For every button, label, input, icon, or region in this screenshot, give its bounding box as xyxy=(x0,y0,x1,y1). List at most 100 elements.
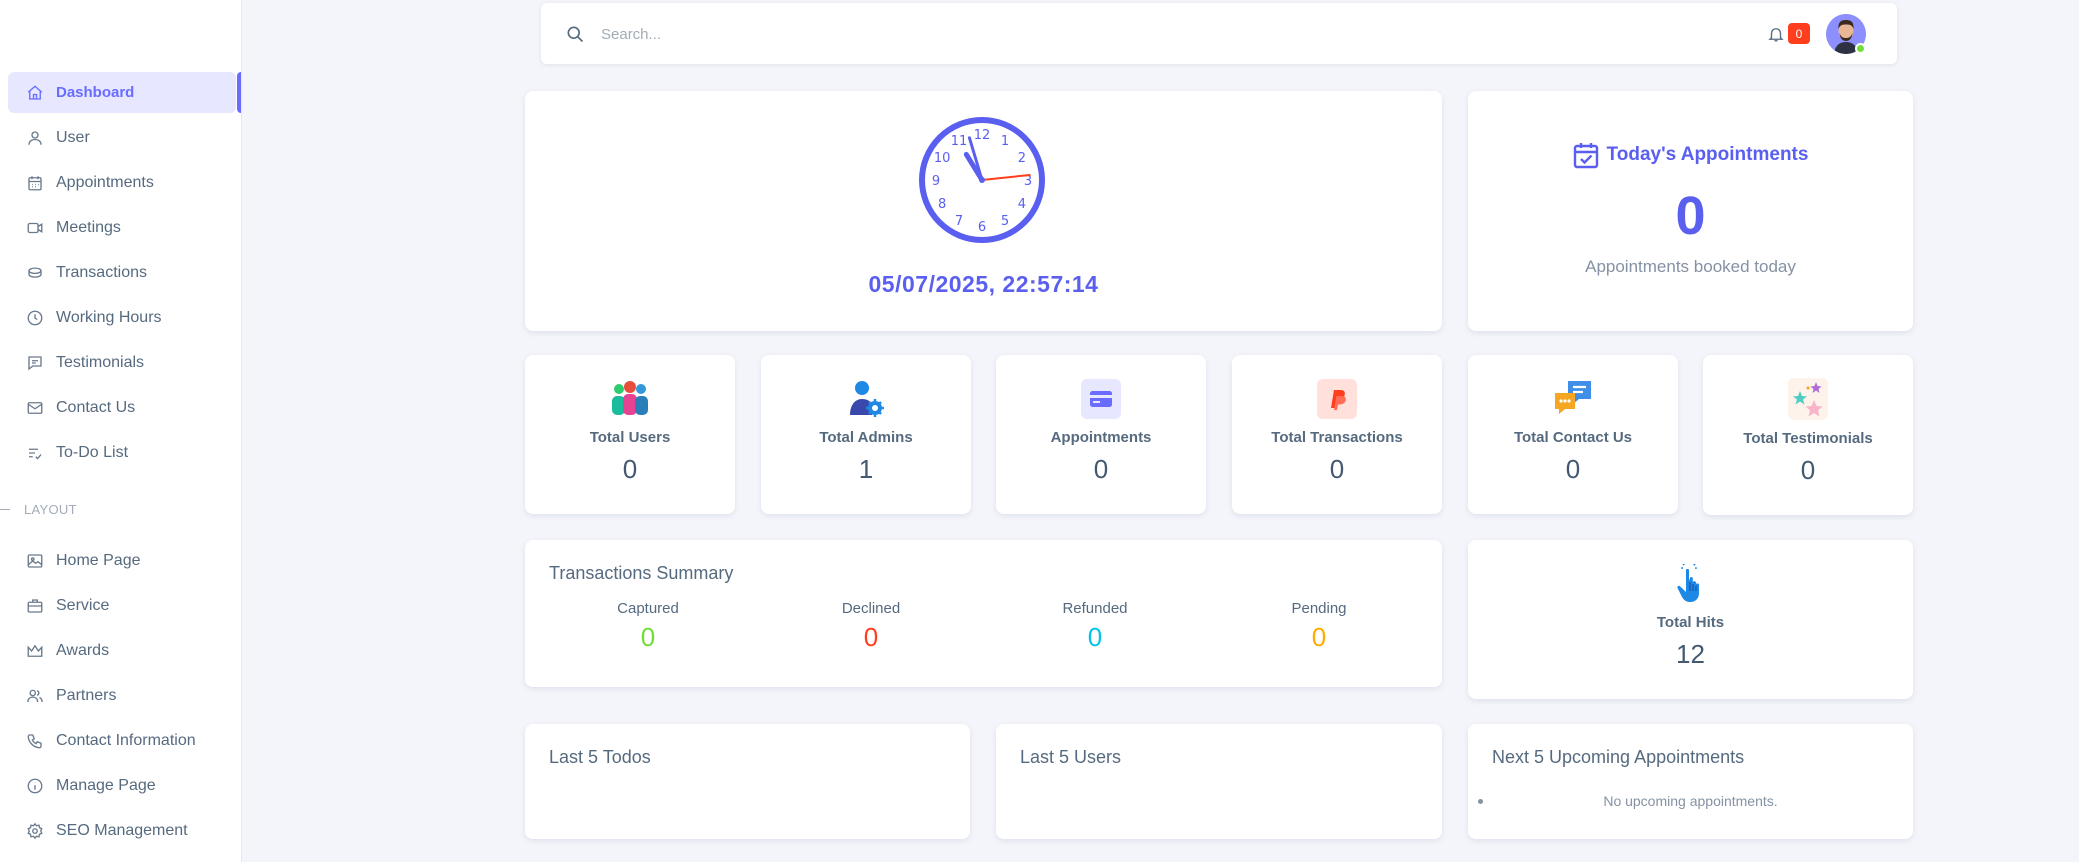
clock-number: 7 xyxy=(955,214,963,229)
clock-datetime: 05/07/2025, 22:57:14 xyxy=(868,271,1099,297)
sidebar-item-contact-us[interactable]: Contact Us xyxy=(8,387,236,428)
stat-label: Total Users xyxy=(589,429,671,446)
stars-icon xyxy=(1786,378,1830,420)
stat-label: Total Admins xyxy=(819,429,913,446)
sidebar-item-todo-list[interactable]: To-Do List xyxy=(8,432,236,473)
sidebar-item-label: Testimonials xyxy=(56,353,145,371)
tx-label: Captured xyxy=(617,600,679,617)
analog-clock: 12 1234567891011 xyxy=(919,117,1045,243)
sidebar-item-label: Meetings xyxy=(56,218,121,236)
transactions-summary-title: Transactions Summary xyxy=(549,563,734,583)
stat-value: 0 xyxy=(1329,454,1345,484)
paypal-icon xyxy=(1315,379,1359,419)
clock-center xyxy=(979,177,985,183)
sidebar-item-label: User xyxy=(56,128,90,146)
crown-icon xyxy=(27,644,43,657)
sidebar-item-working-hours[interactable]: Working Hours xyxy=(8,297,236,338)
clock-number: 1 xyxy=(1001,134,1009,149)
credit-card-icon xyxy=(1079,379,1123,419)
tx-value: 0 xyxy=(640,622,656,652)
notification-badge: 0 xyxy=(1788,23,1810,44)
sidebar-item-manage-page[interactable]: Manage Page xyxy=(8,765,236,806)
sidebar-item-testimonials[interactable]: Testimonials xyxy=(8,342,236,383)
stat-label: Total Testimonials xyxy=(1743,430,1873,447)
users-group-icon xyxy=(608,379,652,419)
pointer-hand-icon xyxy=(1677,564,1699,602)
sidebar-item-dashboard[interactable]: Dashboard xyxy=(8,72,236,113)
clock-number: 6 xyxy=(978,220,986,235)
last-todos-title: Last 5 Todos xyxy=(549,747,651,767)
clock-number: 4 xyxy=(1018,197,1026,212)
stat-card-total-transactions[interactable]: Total Transactions 0 xyxy=(1232,355,1442,514)
online-status-dot xyxy=(1855,43,1866,54)
info-icon xyxy=(27,778,43,793)
total-hits-card[interactable]: Total Hits 12 xyxy=(1468,540,1913,699)
tx-refunded: Refunded 0 xyxy=(995,600,1195,653)
stat-card-total-contact-us[interactable]: Total Contact Us 0 xyxy=(1468,355,1678,514)
briefcase-icon xyxy=(27,598,43,613)
sidebar-item-label: Service xyxy=(56,596,110,614)
todays-appointments-title: Today's Appointments xyxy=(1468,141,1913,169)
search-input[interactable] xyxy=(601,21,1001,47)
stat-card-appointments[interactable]: Appointments 0 xyxy=(996,355,1206,514)
sidebar-item-transactions[interactable]: Transactions xyxy=(8,252,236,293)
stat-value: 0 xyxy=(622,454,638,484)
stat-value: 0 xyxy=(1565,454,1581,484)
sidebar-item-seo-management[interactable]: SEO Management xyxy=(8,810,236,851)
last-todos-card: Last 5 Todos xyxy=(525,724,970,839)
sidebar-item-label: Home Page xyxy=(56,551,141,569)
bell-icon[interactable] xyxy=(1767,25,1785,43)
clock-icon xyxy=(27,310,43,325)
top-navbar: 0 xyxy=(541,3,1897,64)
sidebar-item-label: Working Hours xyxy=(56,308,162,326)
sidebar-menu: Dashboard User Appointments Meetings Tra… xyxy=(8,72,242,477)
stat-value: 1 xyxy=(858,454,874,484)
active-indicator xyxy=(237,72,241,113)
stat-label: Total Transactions xyxy=(1271,429,1403,446)
todays-appointments-subtitle: Appointments booked today xyxy=(1585,257,1796,276)
total-hits-label: Total Hits xyxy=(1656,614,1725,631)
sidebar-item-appointments[interactable]: Appointments xyxy=(8,162,236,203)
sidebar-item-label: To-Do List xyxy=(56,443,129,461)
clock-number: 2 xyxy=(1018,151,1026,166)
stat-value: 0 xyxy=(1093,454,1109,484)
sidebar-item-meetings[interactable]: Meetings xyxy=(8,207,236,248)
sidebar-item-label: Appointments xyxy=(56,173,154,191)
stat-card-total-admins[interactable]: Total Admins 1 xyxy=(761,355,971,514)
tx-pending: Pending 0 xyxy=(1219,600,1419,653)
clock-number: 5 xyxy=(1001,214,1009,229)
stat-card-total-testimonials[interactable]: Total Testimonials 0 xyxy=(1703,355,1913,515)
sidebar-item-label: Partners xyxy=(56,686,117,704)
sidebar-item-partners[interactable]: Partners xyxy=(8,675,236,716)
stat-value: 0 xyxy=(1800,455,1816,485)
tx-label: Refunded xyxy=(1062,600,1128,617)
sidebar-item-service[interactable]: Service xyxy=(8,585,236,626)
sidebar-item-awards[interactable]: Awards xyxy=(8,630,236,671)
sidebar-item-label: Contact Us xyxy=(56,398,136,416)
tx-value: 0 xyxy=(1311,622,1327,652)
sidebar-item-user[interactable]: User xyxy=(8,117,236,158)
clock-number: 8 xyxy=(938,197,946,212)
tx-label: Declined xyxy=(841,600,901,617)
sidebar: Dashboard User Appointments Meetings Tra… xyxy=(0,0,242,862)
menu-section-header: LAYOUT xyxy=(0,502,77,517)
upcoming-empty-message: No upcoming appointments. xyxy=(1603,793,1778,809)
sidebar-layout-menu: Home Page Service Awards Partners Contac… xyxy=(8,540,242,855)
search-icon xyxy=(567,26,584,43)
sidebar-item-label: Manage Page xyxy=(56,776,156,794)
sidebar-item-label: Transactions xyxy=(56,263,147,281)
transactions-summary-card: Transactions Summary Captured 0 Declined… xyxy=(525,540,1442,687)
clock-number: 9 xyxy=(932,174,940,189)
total-hits-value: 12 xyxy=(1676,639,1705,669)
sidebar-item-home-page[interactable]: Home Page xyxy=(8,540,236,581)
todays-appointments-count: 0 xyxy=(1675,186,1706,246)
users-icon xyxy=(27,689,43,702)
sidebar-item-contact-information[interactable]: Contact Information xyxy=(8,720,236,761)
stat-card-total-users[interactable]: Total Users 0 xyxy=(525,355,735,514)
coins-icon xyxy=(28,266,42,278)
stat-label: Total Contact Us xyxy=(1513,429,1633,446)
chat-bubbles-icon xyxy=(1551,379,1595,419)
admin-gear-icon xyxy=(844,379,888,419)
clock-number: 11 xyxy=(951,134,968,149)
upcoming-appointments-card: Next 5 Upcoming Appointments No upcoming… xyxy=(1468,724,1913,839)
